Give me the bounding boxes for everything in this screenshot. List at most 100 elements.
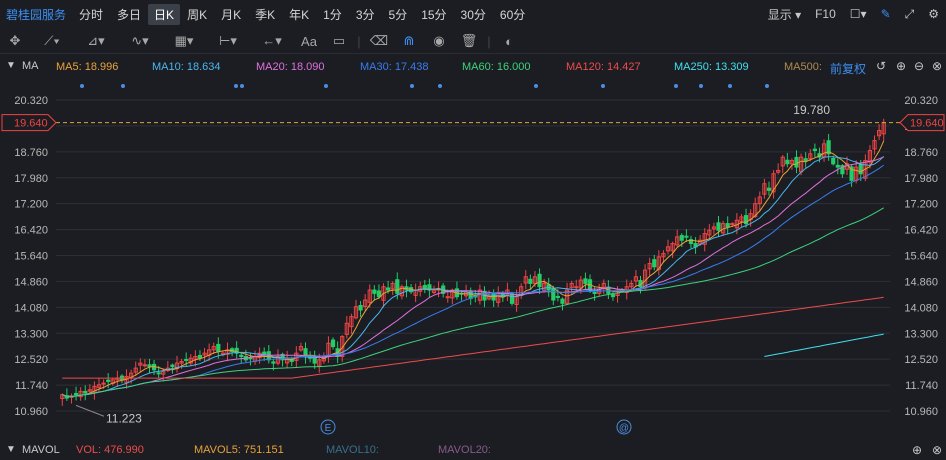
volume-legend-bar: ▼ MAVOL VOL: 476.990 MAVOL5: 751.151 MAVOL… — [0, 441, 946, 460]
event-dot — [699, 84, 703, 88]
tab-period[interactable]: 日K — [148, 3, 181, 25]
fib-tool-icon[interactable]: ▦▾ — [162, 33, 206, 49]
y-tick-label-right: 17.980 — [904, 173, 938, 185]
tab-period[interactable]: 3分 — [349, 6, 382, 23]
eraser-icon[interactable]: ⌫ — [364, 33, 394, 49]
current-price-left: 19.640 — [14, 118, 48, 130]
divider: | — [357, 33, 361, 49]
volume-settings-icon[interactable]: ⊕ — [912, 443, 922, 457]
tab-period[interactable]: 15分 — [414, 6, 453, 23]
low-annotation: 11.223 — [106, 411, 142, 425]
y-tick-label-left: 18.760 — [14, 147, 48, 159]
candle-body — [583, 278, 588, 284]
candle-body — [785, 159, 790, 165]
candle-body — [395, 279, 400, 294]
tab-period[interactable]: 年K — [282, 6, 316, 23]
add-icon[interactable]: ⊕ — [896, 59, 906, 73]
y-tick-label-right: 10.960 — [904, 406, 938, 418]
display-menu[interactable]: 显示 ▾ — [761, 6, 808, 23]
candle-body — [330, 339, 336, 348]
crosshair-icon[interactable]: ✥ — [0, 33, 30, 49]
ma-label[interactable]: MA — [22, 60, 39, 72]
candle-body — [509, 293, 515, 304]
candle-body — [652, 259, 657, 268]
y-tick-label-left: 20.320 — [14, 95, 48, 107]
adjust-label[interactable]: 前复权 — [830, 60, 866, 77]
right-tools: 显示 ▾ F10 ☐▾ ✎ ⤢ ⚙ — [761, 2, 946, 26]
high-annotation: 19.780 — [793, 103, 830, 117]
undo-icon[interactable]: ↺ — [876, 59, 886, 73]
y-tick-label-right: 15.640 — [904, 251, 938, 263]
y-tick-label-right: 14.860 — [904, 276, 938, 288]
volume-close-icon[interactable]: ⊗ — [932, 443, 942, 457]
remove-icon[interactable]: ⊖ — [914, 59, 924, 73]
tab-period[interactable]: 30分 — [454, 6, 493, 23]
chevron-down-icon: ▾ — [795, 7, 802, 22]
tab-period[interactable]: 周K — [180, 6, 214, 23]
candle-body — [239, 354, 244, 358]
tab-period[interactable]: 5分 — [382, 6, 415, 23]
y-tick-label-right: 11.740 — [905, 380, 938, 392]
collapse-icon[interactable]: ▼ — [6, 444, 16, 455]
candle-body — [170, 364, 175, 367]
event-dot — [674, 84, 678, 88]
candle-body — [184, 358, 189, 361]
mavol-label[interactable]: MAVOL — [22, 444, 60, 456]
event-dot — [80, 84, 84, 88]
candle-body — [679, 235, 684, 241]
candle-body — [610, 294, 616, 298]
comment-icon[interactable]: ▭ — [324, 33, 354, 49]
candle-body — [142, 364, 148, 367]
event-dot — [240, 84, 244, 88]
f10-button[interactable]: F10 — [808, 7, 843, 21]
event-dot — [534, 84, 538, 88]
settings-icon[interactable]: ⚙ — [921, 7, 946, 21]
fullscreen-icon[interactable]: ⤢ — [898, 7, 922, 22]
candle-body — [794, 156, 799, 168]
line-tool-icon[interactable]: ⟋▾ — [30, 33, 74, 49]
close-icon[interactable]: ⊗ — [932, 59, 942, 73]
event-dot — [121, 84, 125, 88]
display-label: 显示 — [767, 7, 792, 22]
ma-legend-item: MA5: 18.996 — [56, 61, 119, 73]
polyline-tool-icon[interactable]: ⊿▾ — [74, 33, 118, 49]
y-tick-label-left: 16.420 — [14, 225, 48, 237]
pen-icon[interactable]: ✎ — [874, 7, 898, 21]
event-marker-label: E — [325, 423, 332, 434]
arrow-tool-icon[interactable]: ←▾ — [250, 33, 294, 49]
candle-body — [812, 148, 817, 152]
candle-body — [684, 235, 689, 238]
ma-line — [62, 140, 885, 397]
tab-period[interactable]: 多日 — [110, 6, 148, 23]
tab-period[interactable]: 月K — [214, 6, 248, 23]
candle-body — [271, 361, 276, 364]
candle-body — [831, 157, 836, 165]
volume-legend-item: VOL: 476.990 — [76, 444, 144, 456]
text-tool-icon[interactable]: Aa — [294, 34, 324, 49]
square-icon[interactable]: ☐▾ — [843, 7, 874, 21]
candle-body — [592, 291, 597, 294]
candle-body — [197, 354, 203, 359]
y-tick-label-left: 10.960 — [14, 406, 48, 418]
toggle-icon[interactable]: ◐ — [494, 34, 524, 49]
tab-period[interactable]: 60分 — [493, 6, 532, 23]
collapse-icon[interactable]: ▼ — [6, 60, 16, 71]
wave-tool-icon[interactable]: ∿▾ — [118, 33, 162, 49]
tab-period[interactable]: 1分 — [316, 6, 349, 23]
candle-body — [555, 295, 561, 298]
kline-chart[interactable]: 20.32020.32019.54019.54018.76018.76017.9… — [0, 78, 946, 441]
tab-period[interactable]: 分时 — [72, 6, 110, 23]
stock-name[interactable]: 碧桂园服务 — [0, 6, 72, 23]
candle-body — [422, 285, 427, 289]
candle-body — [101, 382, 106, 385]
candle-body — [83, 390, 88, 394]
y-tick-label-left: 11.740 — [15, 380, 48, 392]
magnet-icon[interactable]: ⋒ — [394, 33, 424, 49]
candle-body — [445, 296, 450, 299]
trash-icon[interactable]: 🗑 — [454, 33, 484, 49]
measure-tool-icon[interactable]: ⊢▾ — [206, 33, 250, 49]
candle-body — [803, 158, 808, 161]
candle-body — [358, 304, 363, 311]
tab-period[interactable]: 季K — [248, 6, 282, 23]
eye-icon[interactable]: ◉ — [424, 33, 454, 49]
